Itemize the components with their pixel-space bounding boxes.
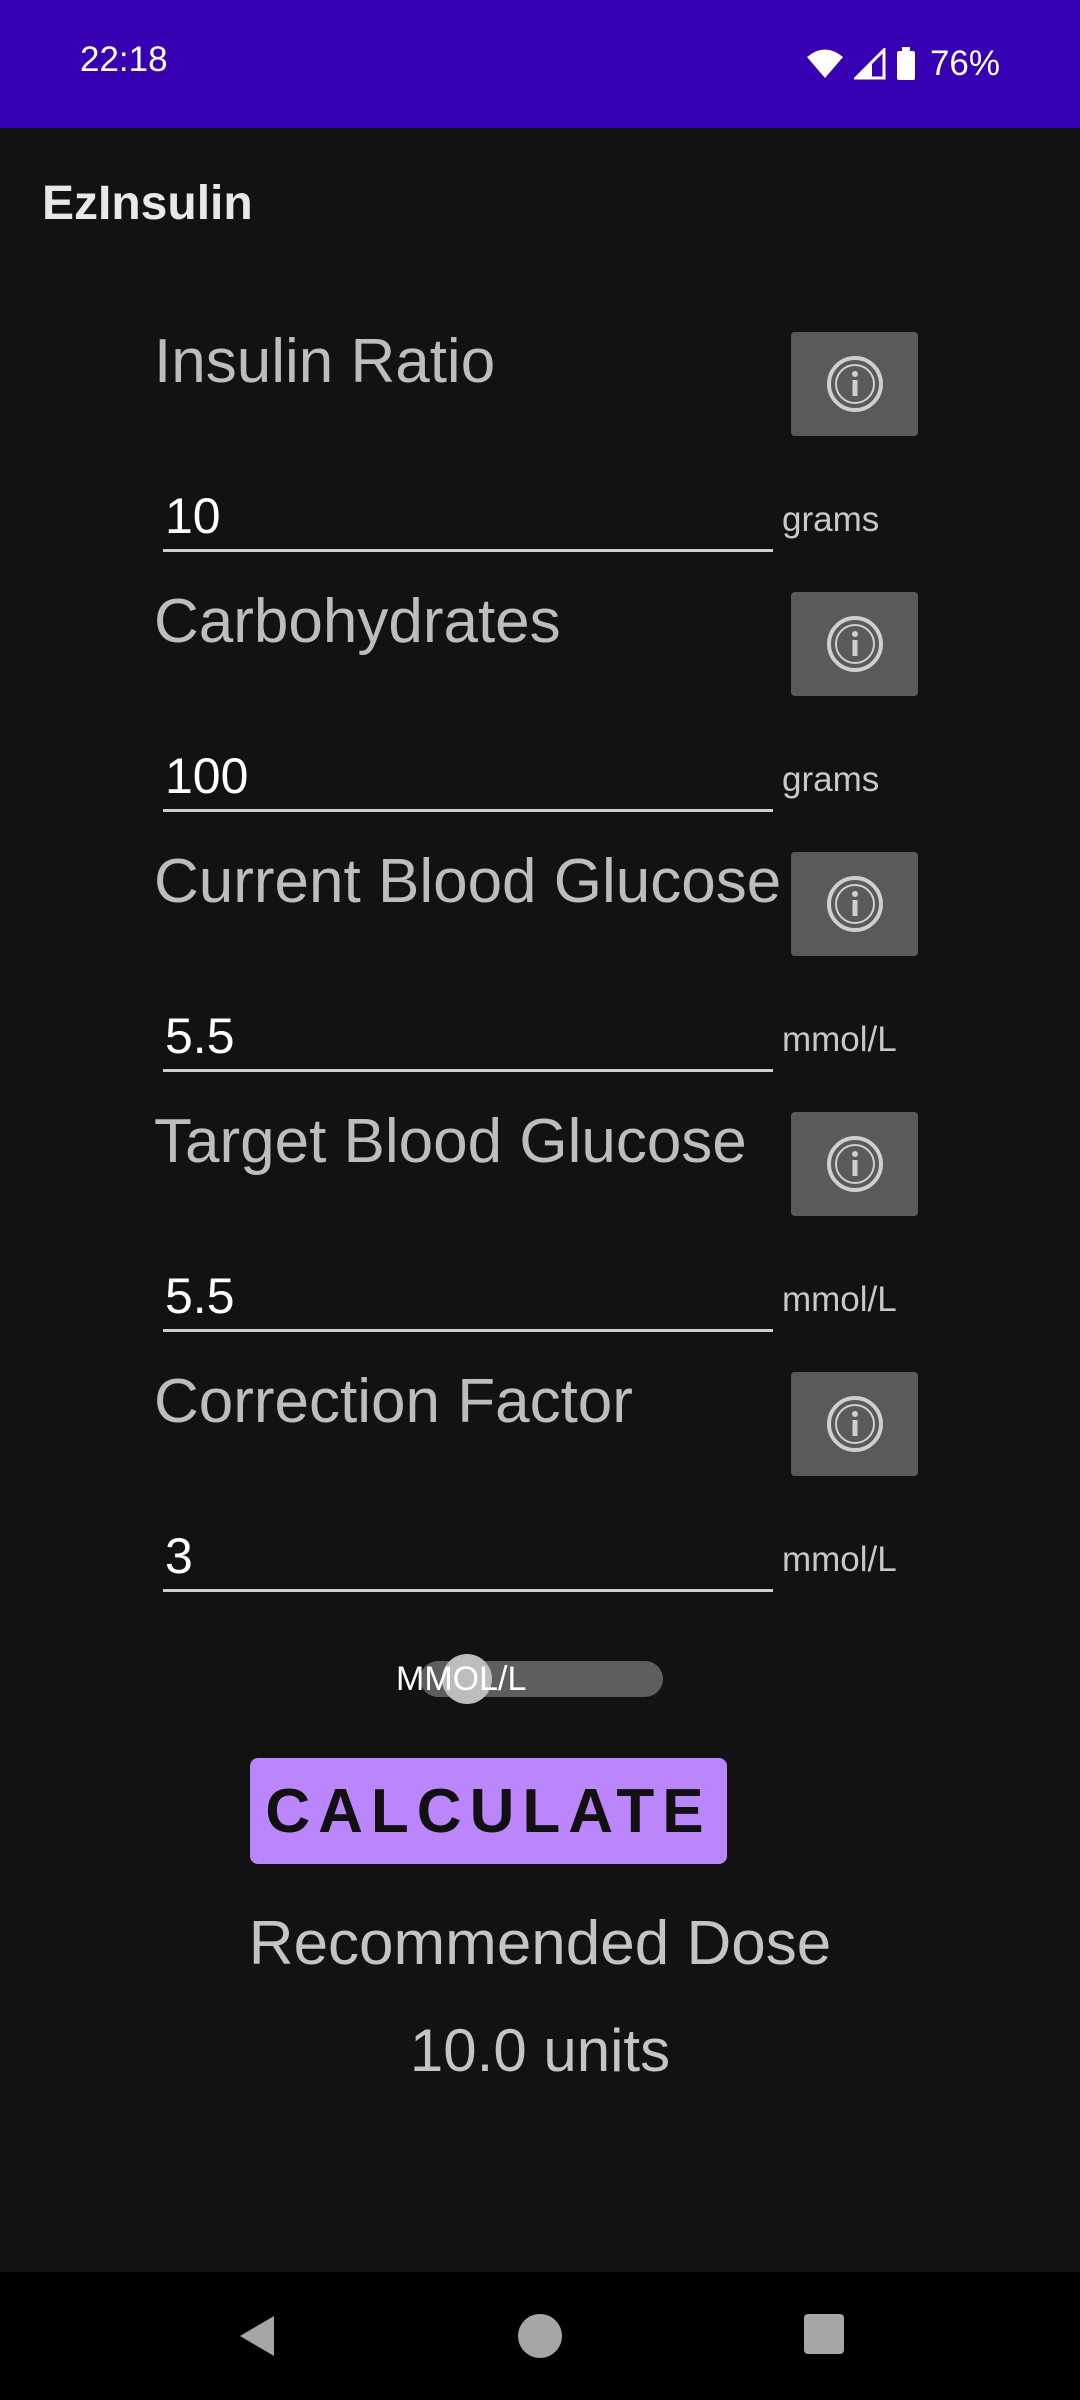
app-title: EzInsulin xyxy=(42,177,253,230)
correction-factor-info-button[interactable] xyxy=(791,1372,918,1476)
target-blood-glucose-unit: mmol/L xyxy=(782,1280,897,1319)
insulin-ratio-label: Insulin Ratio xyxy=(154,327,496,396)
carbohydrates-label: Carbohydrates xyxy=(154,587,561,656)
insulin-ratio-info-button[interactable] xyxy=(791,332,918,436)
current-blood-glucose-input[interactable] xyxy=(163,1010,773,1072)
current-blood-glucose-info-button[interactable] xyxy=(791,852,918,956)
calculate-button[interactable]: CALCULATE xyxy=(250,1758,727,1864)
wifi-icon xyxy=(806,48,844,80)
info-icon xyxy=(826,616,883,672)
info-icon xyxy=(826,356,883,412)
insulin-ratio-unit: grams xyxy=(782,500,880,539)
battery-percent: 76% xyxy=(929,44,1000,83)
unit-toggle-label: MMOL/L xyxy=(396,1660,527,1698)
info-icon xyxy=(826,876,883,932)
info-icon xyxy=(826,1396,883,1452)
correction-factor-unit: mmol/L xyxy=(782,1540,897,1579)
current-blood-glucose-label: Current Blood Glucose xyxy=(154,847,782,916)
recommended-dose-value: 10.0 units xyxy=(409,2017,671,2084)
target-blood-glucose-input[interactable] xyxy=(163,1270,773,1332)
signal-icon xyxy=(853,48,886,80)
home-icon[interactable] xyxy=(516,2312,564,2360)
recents-icon[interactable] xyxy=(802,2312,846,2356)
insulin-ratio-input[interactable] xyxy=(163,490,773,552)
screen: 22:18 76% EzInsulin Insulin Ratio 10 gra… xyxy=(0,0,1080,2400)
back-icon[interactable] xyxy=(234,2312,282,2360)
info-icon xyxy=(826,1136,883,1192)
target-blood-glucose-label: Target Blood Glucose xyxy=(154,1107,747,1176)
navigation-bar xyxy=(0,2272,1080,2400)
recommended-dose-title: Recommended Dose xyxy=(248,1909,832,1978)
target-blood-glucose-info-button[interactable] xyxy=(791,1112,918,1216)
correction-factor-input[interactable] xyxy=(163,1530,773,1592)
battery-icon xyxy=(896,47,916,81)
correction-factor-label: Correction Factor xyxy=(154,1367,633,1436)
status-time: 22:18 xyxy=(80,40,168,79)
carbohydrates-input[interactable] xyxy=(163,750,773,812)
status-icons: 76% xyxy=(806,40,1000,88)
current-blood-glucose-unit: mmol/L xyxy=(782,1020,897,1059)
carbohydrates-info-button[interactable] xyxy=(791,592,918,696)
status-bar: 22:18 76% xyxy=(0,0,1080,128)
carbohydrates-unit: grams xyxy=(782,760,880,799)
